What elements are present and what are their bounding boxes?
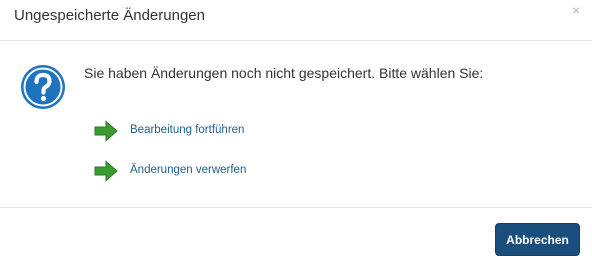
discard-changes-label: Änderungen verwerfen: [130, 164, 247, 176]
cancel-button[interactable]: Abbrechen: [495, 223, 580, 256]
unsaved-changes-dialog: Ungespeicherte Änderungen × Sie haben Än…: [0, 0, 592, 265]
arrow-right-icon: [94, 160, 118, 182]
continue-editing-label: Bearbeitung fortführen: [130, 124, 245, 136]
arrow-right-icon: [94, 120, 118, 142]
dialog-message: Sie haben Änderungen noch nicht gespeich…: [84, 65, 484, 81]
dialog-title: Ungespeicherte Änderungen: [14, 7, 205, 24]
dialog-footer: Abbrechen: [0, 207, 592, 266]
dialog-header: Ungespeicherte Änderungen ×: [0, 0, 592, 41]
dialog-body: Sie haben Änderungen noch nicht gespeich…: [0, 41, 592, 207]
question-icon: [21, 65, 65, 109]
close-icon[interactable]: ×: [572, 4, 580, 18]
